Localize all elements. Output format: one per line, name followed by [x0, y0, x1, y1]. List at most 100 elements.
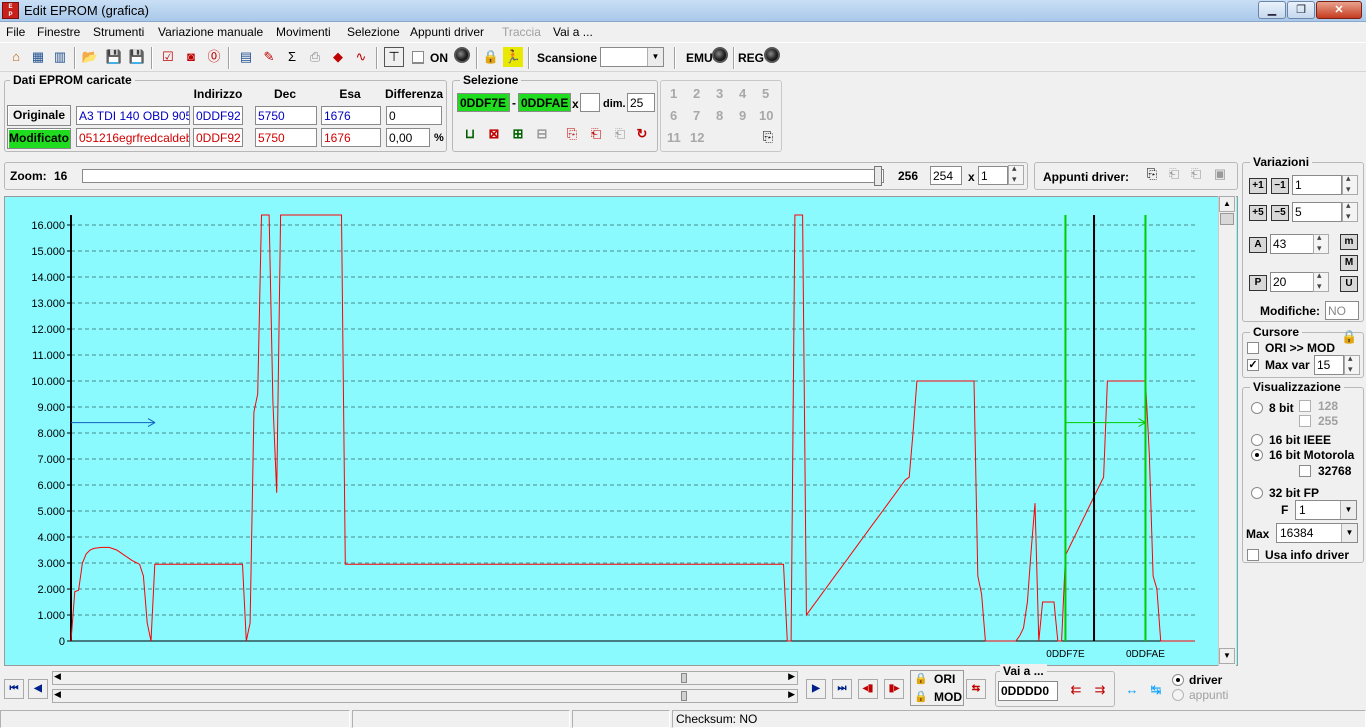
selezione-end-field[interactable]: 0DDFAE [518, 93, 571, 112]
appunti-paste2-icon[interactable]: ⎗ [1186, 164, 1206, 184]
max-var-spinner[interactable] [1344, 353, 1360, 375]
home-icon[interactable]: ⌂ [6, 47, 26, 67]
numpad-12[interactable]: 12 [690, 130, 704, 145]
scroll-right-icon[interactable]: ▶ [788, 689, 795, 700]
ori-mod-checkbox[interactable] [1247, 342, 1259, 354]
ori-label[interactable]: ORI [934, 672, 955, 686]
numpad-7[interactable]: 7 [693, 108, 700, 123]
zero-icon[interactable]: ⓪ [204, 47, 224, 67]
prev-page-icon[interactable]: ◀ [28, 679, 48, 699]
numpad-2[interactable]: 2 [693, 86, 700, 101]
cursor-lock-icon[interactable]: 🔒 [1340, 327, 1358, 345]
goto-left-icon[interactable]: ⇇ [1066, 680, 1086, 700]
menu-traccia[interactable]: Traccia [502, 25, 541, 39]
numpad-1[interactable]: 1 [670, 86, 677, 101]
radio-appunti[interactable] [1172, 689, 1184, 701]
sum-icon[interactable]: Σ [282, 47, 302, 67]
variazione4-spinner[interactable] [1313, 270, 1329, 292]
dim-field[interactable]: 25 [627, 93, 655, 112]
zoom-mult-field[interactable]: 1 [978, 166, 1008, 185]
menu-finestre[interactable]: Finestre [37, 25, 80, 39]
numpad-11[interactable]: 11 [667, 130, 681, 145]
ori-scroll-thumb[interactable] [681, 673, 687, 683]
a-icon[interactable]: A [1249, 237, 1267, 253]
mod-scroll-thumb[interactable] [681, 691, 687, 701]
numpad-10[interactable]: 10 [759, 108, 773, 123]
variazione3-field[interactable]: 43 [1270, 234, 1314, 254]
u-icon[interactable]: U [1340, 276, 1358, 292]
scroll-down-icon[interactable]: ▼ [1219, 648, 1235, 664]
save-icon[interactable]: 💾 [104, 47, 124, 67]
check-icon[interactable]: ☑ [158, 47, 178, 67]
numpad-8[interactable]: 8 [716, 108, 723, 123]
chart-icon[interactable]: ∿ [351, 47, 371, 67]
close-button[interactable]: ✕ [1316, 1, 1362, 19]
scroll-left-icon[interactable]: ◀ [54, 671, 61, 682]
edit-icon[interactable]: ✎ [259, 47, 279, 67]
numpad-4[interactable]: 4 [739, 86, 746, 101]
max-var-checkbox[interactable]: ✓ [1247, 359, 1259, 371]
horizontal-scrollbar-mod[interactable]: ◀ ▶ [52, 689, 798, 703]
modificato-indirizzo-field[interactable]: 0DDF92 [193, 128, 243, 147]
on-checkbox-box[interactable] [412, 51, 424, 63]
originale-dec-field[interactable]: 5750 [255, 106, 317, 125]
usa-info-checkbox[interactable] [1247, 549, 1259, 561]
next-diff-icon[interactable]: ▮▸ [884, 679, 904, 699]
variazione4-field[interactable]: 20 [1270, 272, 1314, 292]
checkbox-255[interactable] [1299, 415, 1311, 427]
radio-32bit-fp[interactable] [1251, 487, 1263, 499]
scroll-up-icon[interactable]: ▲ [1219, 196, 1235, 212]
minus5-icon[interactable]: −5 [1271, 205, 1289, 221]
plus5-icon[interactable]: +5 [1249, 205, 1267, 221]
first-page-icon[interactable]: ⏮ [4, 679, 24, 699]
paste-disabled-icon[interactable]: ⎗ [610, 124, 630, 144]
checkbox-128[interactable] [1299, 400, 1311, 412]
variazione3-spinner[interactable] [1313, 232, 1329, 254]
selezione-x-field[interactable] [580, 93, 600, 112]
plus1-icon[interactable]: +1 [1249, 178, 1267, 194]
max-select[interactable]: 16384 ▼ [1276, 523, 1358, 543]
contract-icon[interactable]: ↹ [1146, 680, 1166, 700]
select-clear-icon[interactable]: ⊠ [484, 124, 504, 144]
emu-knob-icon[interactable] [712, 47, 728, 63]
zoom-value-field[interactable]: 254 [930, 166, 962, 185]
appunti-delete-icon[interactable]: ▣ [1210, 164, 1230, 184]
compare-icon[interactable]: ◙ [181, 47, 201, 67]
menu-file[interactable]: File [6, 25, 25, 39]
shapes-icon[interactable]: ◆ [328, 47, 348, 67]
run-icon[interactable]: 🏃 [503, 47, 523, 67]
vertical-scrollbar[interactable]: ▲ ▼ [1218, 196, 1236, 666]
numpad-copy-icon[interactable]: ⎘ [758, 127, 778, 147]
originale-differenza-field[interactable]: 0 [386, 106, 442, 125]
checkbox-32768[interactable] [1299, 465, 1311, 477]
select-start-icon[interactable]: ⊔ [460, 124, 480, 144]
grid-icon[interactable]: ▦ [28, 47, 48, 67]
vertical-scroll-thumb[interactable] [1220, 213, 1234, 225]
appunti-copy-icon[interactable]: ⎘ [1142, 164, 1162, 184]
originale-button[interactable]: Originale [7, 105, 71, 126]
scroll-right-icon[interactable]: ▶ [788, 671, 795, 682]
radio-16bit-motorola[interactable] [1251, 449, 1263, 461]
originale-name-field[interactable]: A3 TDI 140 OBD 905_ [76, 106, 190, 125]
chart-svg[interactable]: 0 1.000 2.000 3.000 4.000 5.000 6.000 7.000 8.00… [5, 197, 1219, 665]
select-add-icon[interactable]: ⊞ [508, 124, 528, 144]
scroll-left-icon[interactable]: ◀ [54, 689, 61, 700]
numpad-9[interactable]: 9 [739, 108, 746, 123]
mod-lock-icon[interactable]: 🔒 [914, 690, 928, 703]
next-page-icon[interactable]: ▶ [806, 679, 826, 699]
table-icon[interactable]: ▤ [236, 47, 256, 67]
swap-icon[interactable]: ⇆ [966, 679, 986, 699]
reg-knob-icon[interactable] [764, 47, 780, 63]
p-icon[interactable]: P [1249, 275, 1267, 291]
selezione-start-field[interactable]: 0DDF7E [457, 93, 510, 112]
ori-lock-icon[interactable]: 🔒 [914, 672, 928, 685]
modificato-differenza-field[interactable]: 0,00 [386, 128, 430, 147]
numpad-3[interactable]: 3 [716, 86, 723, 101]
copy-icon[interactable]: ⎘ [562, 124, 582, 144]
max-var-field[interactable]: 15 [1314, 355, 1344, 375]
modificato-dec-field[interactable]: 5750 [255, 128, 317, 147]
originale-indirizzo-field[interactable]: 0DDF92 [193, 106, 243, 125]
radio-8bit[interactable] [1251, 402, 1263, 414]
select-minus-icon[interactable]: ⊟ [532, 124, 552, 144]
paste-icon[interactable]: ⎗ [586, 124, 606, 144]
